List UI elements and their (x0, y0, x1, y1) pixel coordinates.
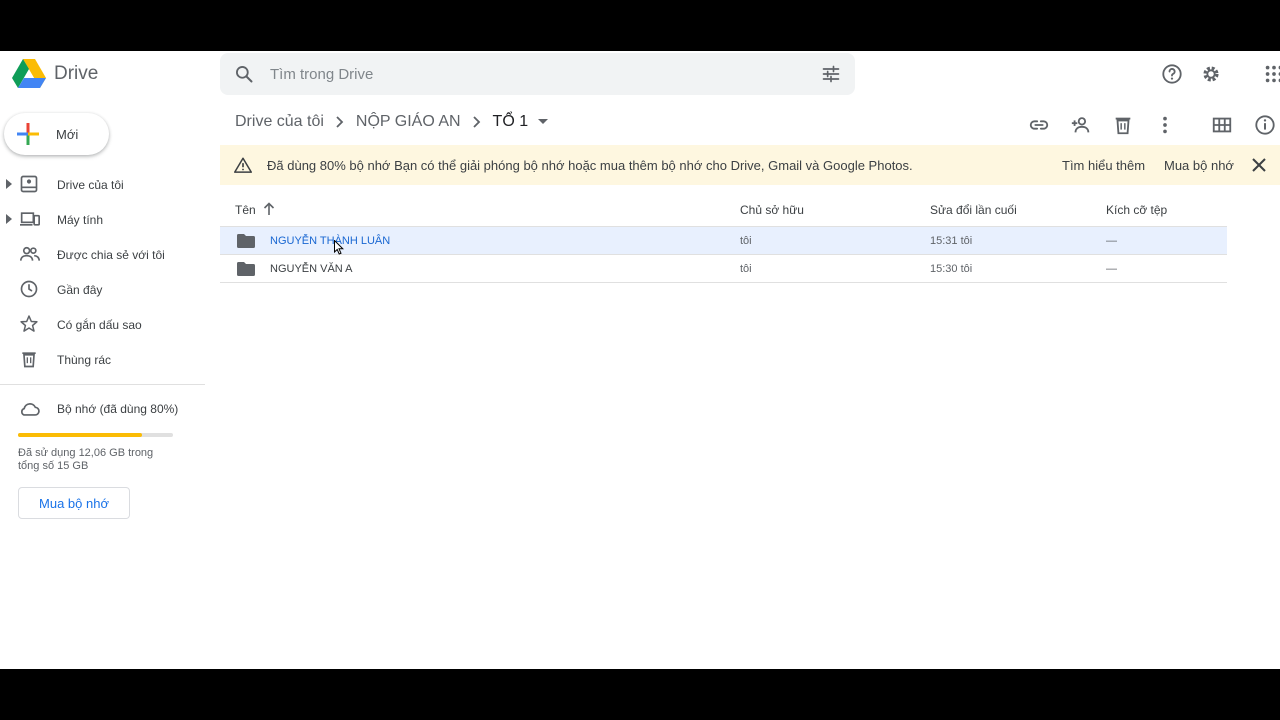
sidebar-item-trash[interactable]: Thùng rác (0, 342, 205, 377)
plus-icon (16, 122, 40, 146)
drive-app: Drive Tìm trong Drive Mới Drive của tôi … (0, 51, 1280, 669)
recent-icon (19, 279, 39, 299)
column-header-modified[interactable]: Sửa đổi lần cuối (930, 203, 1017, 217)
file-name[interactable]: NGUYỄN VĂN A (270, 263, 353, 275)
breadcrumb-my-drive[interactable]: Drive của tôi (235, 113, 324, 131)
more-actions-icon[interactable] (1154, 114, 1176, 136)
drive-logo[interactable]: Drive (12, 59, 98, 89)
search-bar[interactable] (220, 53, 855, 95)
file-list-header: Tên Chủ sở hữu Sửa đổi lần cuối Kích cỡ … (220, 194, 1227, 227)
new-button-label: Mới (56, 126, 79, 142)
sidebar-item-computers[interactable]: Máy tính (0, 202, 205, 237)
folder-icon (237, 262, 255, 276)
sidebar-item-label: Máy tính (57, 213, 104, 227)
sidebar-item-label: Có gắn dấu sao (57, 318, 142, 332)
trash-icon (19, 349, 39, 369)
sidebar-item-starred[interactable]: Có gắn dấu sao (0, 307, 205, 342)
remove-trash-icon[interactable] (1112, 114, 1134, 136)
search-options-icon[interactable] (821, 64, 841, 84)
cloud-icon (18, 401, 40, 417)
storage-used-text: Đã sử dụng 12,06 GB trong tổng số 15 GB (18, 447, 154, 472)
close-icon[interactable] (1251, 157, 1267, 173)
breadcrumb: Drive của tôi NỘP GIÁO AN TỔ 1 (235, 113, 549, 131)
sidebar-item-label: Drive của tôi (57, 178, 124, 192)
banner-buy-storage-link[interactable]: Mua bộ nhớ (1164, 158, 1234, 173)
file-modified: 15:31 tôi (930, 235, 973, 247)
share-add-person-icon[interactable] (1070, 114, 1092, 136)
warning-icon (234, 157, 252, 173)
file-size: — (1106, 235, 1117, 247)
breadcrumb-current-folder[interactable]: TỔ 1 (493, 113, 529, 131)
caret-right-icon[interactable] (6, 179, 12, 189)
my-drive-icon (19, 174, 39, 194)
buy-storage-button[interactable]: Mua bộ nhớ (18, 487, 130, 519)
google-drive-logo-icon (12, 59, 46, 89)
help-icon[interactable] (1161, 63, 1183, 85)
file-modified: 15:30 tôi (930, 263, 973, 275)
search-icon[interactable] (234, 64, 254, 84)
star-icon (19, 314, 39, 334)
computers-icon (19, 209, 41, 229)
sidebar-item-label: Thùng rác (57, 353, 112, 367)
sidebar-item-shared-with-me[interactable]: Được chia sẻ với tôi (0, 237, 205, 272)
sidebar-divider (0, 384, 205, 385)
breadcrumb-nop-giao-an[interactable]: NỘP GIÁO AN (356, 113, 461, 131)
table-row[interactable]: NGUYỄN THÀNH LUÂN tôi 15:31 tôi — (220, 227, 1227, 255)
shared-icon (19, 244, 41, 264)
banner-message-bold: Đã dùng 80% bộ nhớ (267, 157, 391, 173)
apps-grid-icon[interactable] (1263, 63, 1280, 85)
storage-link[interactable]: Bộ nhớ (đã dùng 80%) (18, 401, 198, 417)
file-list: Tên Chủ sở hữu Sửa đổi lần cuối Kích cỡ … (220, 194, 1227, 283)
chevron-right-icon (336, 116, 344, 128)
new-button[interactable]: Mới (4, 113, 109, 155)
sidebar-item-label: Gần đây (57, 283, 103, 297)
app-name: Drive (54, 63, 99, 84)
table-row[interactable]: NGUYỄN VĂN A tôi 15:30 tôi — (220, 255, 1227, 283)
banner-message-rest: Bạn có thể giải phóng bộ nhớ hoặc mua th… (390, 157, 913, 173)
column-header-size[interactable]: Kích cỡ tệp (1106, 203, 1167, 217)
sidebar-nav: Drive của tôi Máy tính Được chia sẻ với … (0, 167, 205, 377)
column-header-name[interactable]: Tên (235, 203, 256, 217)
sidebar-item-my-drive[interactable]: Drive của tôi (0, 167, 205, 202)
learn-more-link[interactable]: Tìm hiểu thêm (1062, 158, 1145, 173)
sort-arrow-up-icon[interactable] (263, 202, 275, 216)
caret-right-icon[interactable] (6, 214, 12, 224)
file-name[interactable]: NGUYỄN THÀNH LUÂN (270, 235, 390, 247)
storage-title: Bộ nhớ (đã dùng 80%) (57, 402, 179, 416)
file-size: — (1106, 263, 1117, 275)
sidebar-item-label: Được chia sẻ với tôi (57, 248, 165, 262)
file-owner: tôi (740, 235, 752, 247)
file-owner: tôi (740, 263, 752, 275)
chevron-right-icon (472, 116, 481, 128)
storage-progress-fill (18, 433, 142, 437)
grid-view-icon[interactable] (1211, 114, 1233, 136)
folder-icon (237, 234, 255, 248)
storage-progress-bar (18, 433, 173, 437)
search-input[interactable] (268, 64, 792, 84)
banner-message: Đã dùng 80% bộ nhớ Bạn có thể giải phóng… (267, 158, 913, 173)
storage-warning-banner: Đã dùng 80% bộ nhớ Bạn có thể giải phóng… (220, 145, 1280, 185)
sidebar-item-recent[interactable]: Gần đây (0, 272, 205, 307)
get-link-icon[interactable] (1028, 114, 1050, 136)
dropdown-arrow-icon[interactable] (538, 119, 549, 125)
column-header-owner[interactable]: Chủ sở hữu (740, 203, 804, 217)
settings-gear-icon[interactable] (1200, 63, 1222, 85)
info-icon[interactable] (1254, 114, 1276, 136)
storage-panel: Bộ nhớ (đã dùng 80%) Đã sử dụng 12,06 GB… (18, 401, 198, 519)
